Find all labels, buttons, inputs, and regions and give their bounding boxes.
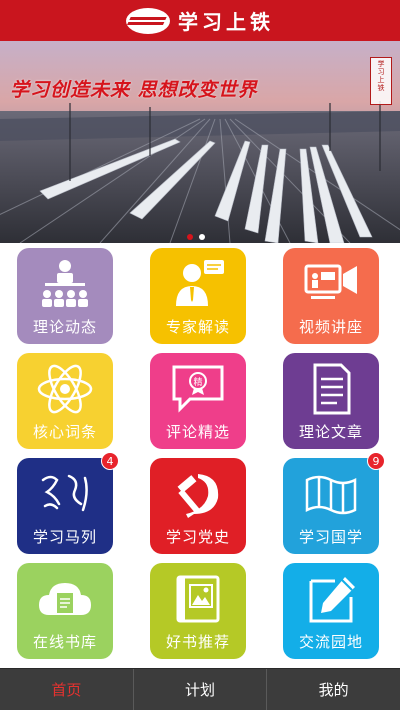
document-icon: [313, 363, 351, 415]
tile-label: 在线书库: [32, 633, 97, 651]
banner-carousel[interactable]: 学习创造未来 思想改变世界 学习上铁: [0, 41, 400, 243]
marx-lenin-portrait-icon: [41, 474, 88, 512]
tile-theory-news[interactable]: 理论动态: [17, 248, 113, 344]
carousel-indicator: [187, 234, 205, 240]
tab-plan[interactable]: 计划: [134, 669, 268, 710]
tile-label: 评论精选: [165, 423, 230, 441]
carousel-dot-active[interactable]: [187, 234, 193, 240]
tile-book-recommend[interactable]: 好书推荐: [150, 563, 246, 659]
edit-pen-icon: [309, 577, 355, 623]
tile-video-lecture[interactable]: 视频讲座: [283, 248, 379, 344]
tile-label: 视频讲座: [298, 318, 363, 336]
svg-text:精: 精: [193, 376, 202, 388]
cloud-book-icon: [39, 583, 91, 615]
tile-label: 理论动态: [32, 318, 97, 336]
tile-party-history[interactable]: 学习党史: [150, 458, 246, 554]
railway-yard-photo: [0, 101, 400, 243]
comment-bubble-icon: 精: [172, 365, 224, 413]
railway-logo-icon: [126, 7, 170, 34]
tab-mine[interactable]: 我的: [267, 669, 400, 710]
tile-core-terms[interactable]: 核心词条: [17, 353, 113, 449]
tile-comment-select[interactable]: 精 评论精选: [150, 353, 246, 449]
atom-icon: [37, 364, 93, 414]
tile-label: 学习党史: [165, 528, 230, 546]
bottom-tab-bar: 首页 计划 我的: [0, 668, 400, 710]
banner-slogan: 学习创造未来 思想改变世界: [10, 79, 258, 101]
seal-stamp: 学习上铁: [370, 57, 392, 105]
lecture-audience-icon: [42, 260, 88, 307]
notification-badge: 4: [101, 452, 119, 470]
video-lecture-icon: [304, 264, 357, 299]
tile-national-studies[interactable]: 学习国学 9: [283, 452, 385, 554]
tile-label: 交流园地: [298, 633, 363, 651]
tile-theory-articles[interactable]: 理论文章: [283, 353, 379, 449]
tile-label: 好书推荐: [165, 633, 230, 651]
tab-home[interactable]: 首页: [0, 669, 134, 710]
tile-expert-interpret[interactable]: 专家解读: [150, 248, 246, 344]
tile-label: 核心词条: [32, 423, 97, 441]
tile-marx-lenin[interactable]: 学习马列 4: [17, 452, 119, 554]
app-title: 学习上铁: [178, 10, 274, 34]
feature-grid: 理论动态 专家解读 视频讲座 核心词条 精 评论精选 理论文章 学习马列 4 学…: [0, 243, 400, 668]
tile-online-library[interactable]: 在线书库: [17, 563, 113, 659]
expert-speaker-icon: [176, 260, 224, 306]
notification-badge: 9: [367, 452, 385, 470]
tile-label: 学习马列: [32, 528, 97, 546]
tile-exchange-garden[interactable]: 交流园地: [283, 563, 379, 659]
tile-label: 专家解读: [165, 318, 230, 336]
tile-label: 理论文章: [298, 423, 363, 441]
carousel-dot[interactable]: [199, 234, 205, 240]
tile-label: 学习国学: [298, 528, 363, 546]
picture-book-icon: [176, 575, 220, 623]
hammer-sickle-icon: [177, 474, 219, 518]
app-header: 学习上铁: [0, 0, 400, 41]
scroll-icon: [305, 475, 357, 515]
